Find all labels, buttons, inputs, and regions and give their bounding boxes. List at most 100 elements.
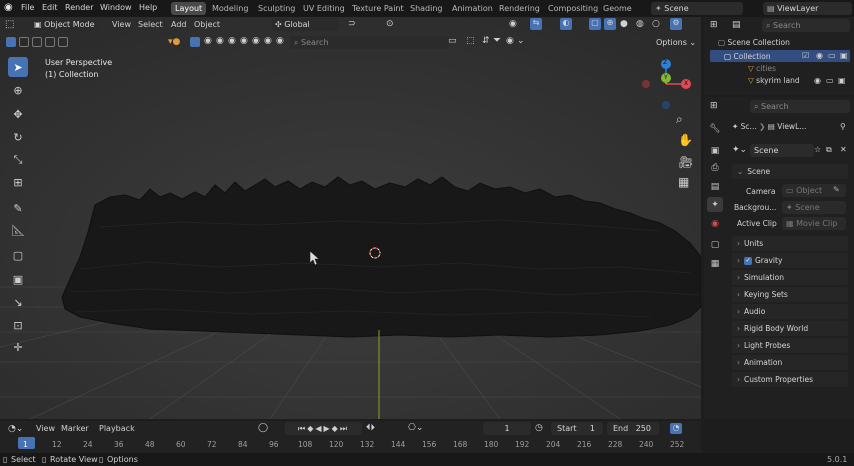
scale-tool-icon[interactable]: ⤡ <box>8 150 28 170</box>
menu-select[interactable]: Select <box>138 20 163 29</box>
menu-window[interactable]: Window <box>100 3 132 12</box>
tab-compositing[interactable]: Compositing <box>544 2 602 15</box>
measure-tool-icon[interactable]: 📐︎ <box>8 220 28 240</box>
filter-empty-icon[interactable]: ◉ <box>276 36 284 46</box>
zoom-view-icon[interactable]: ⌕ <box>676 112 683 127</box>
outliner-search-input[interactable]: ⌕ Search <box>762 19 850 32</box>
properties-editor-icon[interactable]: ⊞ <box>710 101 718 111</box>
panel-gravity[interactable]: › ✓ Gravity <box>732 253 848 268</box>
eyedropper-icon[interactable]: ✎ <box>833 185 840 194</box>
options-dropdown[interactable]: Options ⌄ <box>653 36 700 49</box>
select-box-mode-icon[interactable] <box>6 37 16 47</box>
tab-geometry-nodes[interactable]: Geome <box>599 2 636 15</box>
panel-keying-sets[interactable]: › Keying Sets <box>732 287 848 302</box>
tab-render[interactable]: ▣ <box>707 143 723 158</box>
timeline-menu-playback[interactable]: Playback <box>99 424 135 433</box>
display-mode-icon[interactable]: ▤ <box>732 20 741 30</box>
eye-icon[interactable]: ◉ <box>816 51 823 60</box>
restrict-icon[interactable]: ◉ <box>506 36 514 46</box>
filter-funnel-icon[interactable]: ⏷ <box>493 35 501 46</box>
select-subtract-icon[interactable] <box>32 37 42 47</box>
active-clip-field[interactable]: ▦ Movie Clip <box>782 217 846 230</box>
tab-texture-paint[interactable]: Texture Paint <box>348 2 408 15</box>
camera-icon[interactable]: ▣ <box>838 76 846 85</box>
outliner-row-collection[interactable]: ▢ Collection ☑ ◉ ▭ ▣ <box>710 50 850 62</box>
gizmo-toggle-icon[interactable]: ⇆ <box>530 18 542 30</box>
filter-armature-icon[interactable]: ◉ <box>252 36 260 46</box>
stopwatch-icon[interactable]: ◷ <box>535 423 543 433</box>
xray-toggle-icon[interactable]: ▢ <box>589 18 601 30</box>
cursor-tool-icon[interactable]: ⊕ <box>8 80 28 100</box>
add-cube-tool-icon[interactable]: ▢ <box>8 245 28 265</box>
proportional-edit-icon[interactable]: ⊙ <box>386 19 394 29</box>
transform-tool-icon[interactable]: ⊞ <box>8 172 28 192</box>
menu-add[interactable]: Add <box>171 20 187 29</box>
outliner-row-skyrim-land[interactable]: ▽ skyrim land <box>748 76 800 85</box>
panel-light-probes[interactable]: › Light Probes <box>732 338 848 353</box>
annotate-tool-icon[interactable]: ✎ <box>8 198 28 218</box>
prev-marker-icon[interactable]: ⏴⏵ <box>366 423 375 433</box>
filter-light-icon[interactable]: ⬚ <box>466 36 475 46</box>
keying-icon[interactable]: ⎔⌄ <box>408 423 423 433</box>
panel-rigid-body-world[interactable]: › Rigid Body World <box>732 321 848 336</box>
sort-icon[interactable]: ⇵ <box>482 36 490 46</box>
camera-view-icon[interactable]: 🎥︎ <box>678 155 693 169</box>
scene-datablock-field[interactable]: Scene <box>750 144 814 157</box>
ortho-grid-icon[interactable]: ▦ <box>678 175 689 189</box>
record-icon[interactable]: ◯ <box>258 423 268 433</box>
visibility-icon[interactable]: ◉ <box>509 19 517 29</box>
properties-search-input[interactable]: ⌕ Search <box>750 100 850 113</box>
select-invert-icon[interactable] <box>45 37 55 47</box>
filter-camera-icon[interactable]: ▭ <box>448 36 457 46</box>
auto-keying-icon[interactable]: ◔ <box>670 423 682 434</box>
timeline-menu-view[interactable]: View <box>36 424 55 433</box>
rotate-tool-icon[interactable]: ↻ <box>8 127 28 147</box>
monitor-icon[interactable]: ▭ <box>828 51 836 60</box>
tab-layout[interactable]: Layout <box>171 2 207 15</box>
tab-output[interactable]: ⎙ <box>707 160 723 175</box>
shading-options-icon[interactable]: ⚙ <box>670 18 682 30</box>
jump-start-icon[interactable]: ⏮ <box>298 424 307 433</box>
menu-file[interactable]: File <box>21 3 34 12</box>
pan-tool-icon[interactable]: ✛ <box>8 337 28 357</box>
scene-browse-icon[interactable]: ✦⌄ <box>732 145 747 155</box>
snap-tool-icon[interactable]: ⊡ <box>8 315 28 335</box>
wireframe-shading-icon[interactable]: ⊕ <box>604 18 616 30</box>
filter-curve-icon[interactable]: ◉ <box>204 36 212 46</box>
filter-meta-icon[interactable]: ◉ <box>228 36 236 46</box>
panel-audio[interactable]: › Audio <box>732 304 848 319</box>
blender-logo-icon[interactable]: ◉ <box>4 2 13 13</box>
tab-collection[interactable]: ▢ <box>707 237 723 252</box>
tab-uv-editing[interactable]: UV Editing <box>299 2 349 15</box>
menu-render[interactable]: Render <box>65 3 93 12</box>
filter-mesh-icon[interactable] <box>190 37 200 47</box>
rendered-shading-icon[interactable]: ○ <box>652 19 660 29</box>
filter-font-icon[interactable]: ◉ <box>240 36 248 46</box>
panel-scene[interactable]: ⌄ Scene <box>732 164 848 179</box>
overlay-toggle-icon[interactable]: ◐ <box>560 18 572 30</box>
panel-simulation[interactable]: › Simulation <box>732 270 848 285</box>
tab-view-layer[interactable]: ▤ <box>707 179 723 194</box>
transform-orientation[interactable]: ✣ Global <box>272 18 339 31</box>
start-frame-field[interactable]: Start 1 <box>551 422 603 435</box>
view-layer-selector[interactable]: ▤ ViewLayer <box>763 2 852 15</box>
panel-custom-properties[interactable]: › Custom Properties <box>732 372 848 387</box>
outliner-row-scene-collection[interactable]: ▢ Scene Collection <box>718 38 790 47</box>
solid-shading-icon[interactable]: ● <box>620 19 628 29</box>
end-frame-field[interactable]: End 250 <box>607 422 659 435</box>
editor-type-icon[interactable]: ⬚ <box>5 19 14 30</box>
move-axis-tool-icon[interactable]: ↘ <box>8 292 28 312</box>
fake-user-icon[interactable]: ☆ <box>814 145 821 154</box>
panel-animation[interactable]: › Animation <box>732 355 848 370</box>
timeline-editor-icon[interactable]: ◔⌄ <box>8 424 23 434</box>
viewport-search-input[interactable]: ⌕ Search <box>290 36 449 49</box>
monitor-icon[interactable]: ▭ <box>826 76 834 85</box>
checkbox-icon[interactable]: ☑ <box>802 51 809 60</box>
timeline-menu-marker[interactable]: Marker <box>61 424 89 433</box>
tab-modeling[interactable]: Modeling <box>208 2 252 15</box>
outliner-row-cities[interactable]: ▽ cities <box>748 64 776 73</box>
camera-icon[interactable]: ▣ <box>840 51 848 60</box>
play-reverse-icon[interactable]: ◀ <box>315 424 323 433</box>
navigation-gizmo[interactable]: Z X Y <box>636 56 696 116</box>
filter-surface-icon[interactable]: ◉ <box>216 36 224 46</box>
